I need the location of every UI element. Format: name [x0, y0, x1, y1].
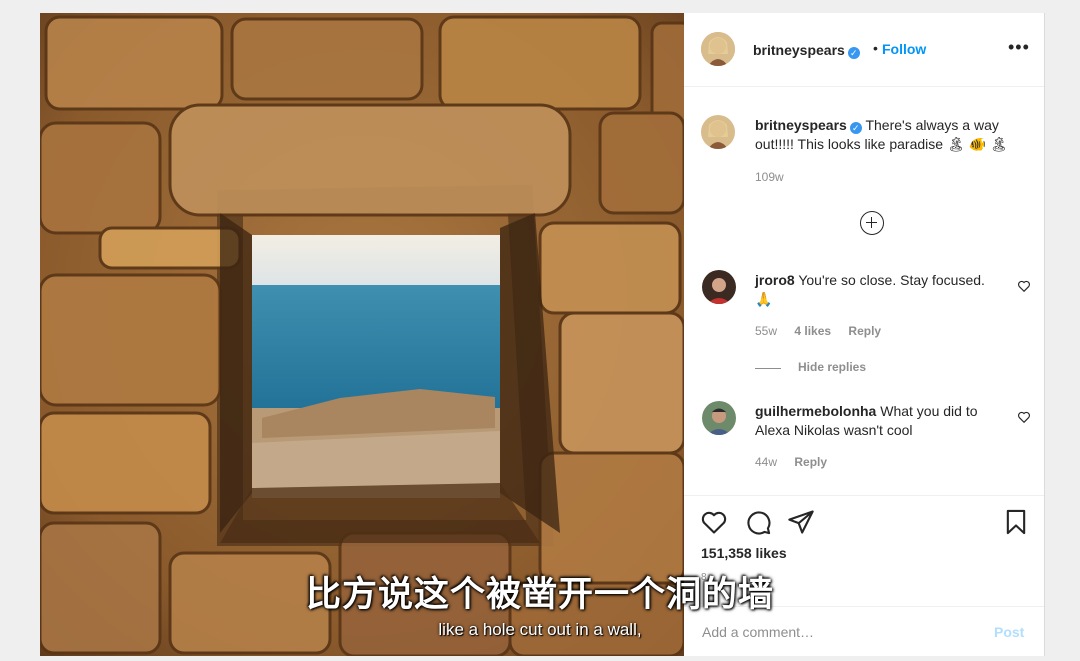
follow-button[interactable]: Follow: [882, 41, 926, 57]
verified-badge-icon: ✓: [847, 47, 860, 59]
caption-username[interactable]: britneyspears: [755, 117, 847, 133]
avatar-image: [701, 32, 735, 66]
comment-username[interactable]: guilhermebolonha: [755, 403, 876, 419]
post-image[interactable]: [40, 13, 684, 656]
caption: britneyspears ✓ There's always a way out!…: [755, 116, 1015, 154]
bookmark-icon[interactable]: [1002, 508, 1030, 536]
avatar-image: [702, 401, 736, 435]
stone-window-photo: [40, 13, 684, 656]
comment-avatar[interactable]: [702, 401, 736, 435]
caption-avatar[interactable]: [701, 115, 735, 149]
share-icon[interactable]: [787, 508, 815, 536]
comment-timestamp[interactable]: 55w: [755, 324, 777, 338]
divider: [755, 368, 781, 369]
hide-replies-button[interactable]: Hide replies: [798, 360, 866, 374]
more-options-icon[interactable]: •••: [1008, 37, 1030, 58]
plus-circle-icon[interactable]: [860, 211, 884, 235]
post-sidebar: britneyspears ✓ • Follow ••• britneyspear…: [684, 13, 1045, 656]
comment-1: jroro8 You're so close. Stay focused. 🙏: [755, 271, 1005, 309]
heart-icon[interactable]: [700, 508, 728, 536]
comment-meta: 44w Reply: [755, 455, 841, 469]
avatar[interactable]: [701, 32, 735, 66]
comment-2: guilhermebolonha What you did to Alexa N…: [755, 402, 1005, 440]
comment-avatar[interactable]: [702, 270, 736, 304]
caption-timestamp[interactable]: 109w: [755, 170, 784, 184]
comment-meta: 55w 4 likes Reply: [755, 324, 895, 338]
author-username[interactable]: britneyspears ✓: [753, 42, 860, 60]
verified-badge-icon: ✓: [849, 122, 862, 134]
comment-timestamp[interactable]: 44w: [755, 455, 777, 469]
reply-button[interactable]: Reply: [848, 324, 881, 338]
reply-button[interactable]: Reply: [794, 455, 827, 469]
subtitle-chinese: 比方说这个被凿开一个洞的墙: [305, 575, 774, 615]
comment-username[interactable]: jroro8: [755, 272, 795, 288]
avatar-image: [701, 115, 735, 149]
action-bar: 151,358 likes: [684, 495, 1044, 576]
username-text[interactable]: britneyspears: [753, 42, 845, 58]
likes-count[interactable]: 151,358 likes: [701, 545, 787, 561]
subtitle-english: like a hole cut out in a wall,: [438, 620, 642, 639]
comment-icon[interactable]: [744, 508, 772, 536]
heart-icon[interactable]: [1017, 279, 1031, 293]
avatar-image: [702, 270, 736, 304]
heart-icon[interactable]: [1017, 410, 1031, 424]
post-header: britneyspears ✓ • Follow •••: [684, 13, 1044, 87]
comment-likes[interactable]: 4 likes: [794, 324, 831, 338]
separator-dot: •: [873, 40, 878, 56]
screen: britneyspears ✓ • Follow ••• britneyspear…: [0, 0, 1080, 661]
